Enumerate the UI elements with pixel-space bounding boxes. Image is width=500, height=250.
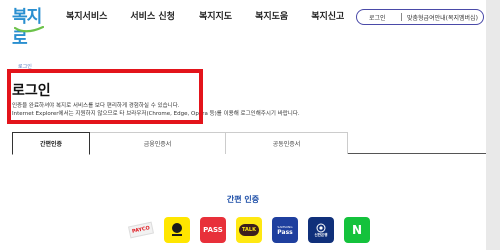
auth-samsungpass-button[interactable]: SAMSUNG Pass	[272, 217, 298, 243]
site-logo[interactable]: 복지로	[12, 6, 52, 49]
section-title: 간편 인증	[226, 195, 260, 204]
auth-naver-button[interactable]: N	[344, 217, 370, 243]
auth-kakaotalk-button[interactable]: TALK	[236, 217, 262, 243]
nav-service-apply[interactable]: 서비스 신청	[130, 11, 175, 23]
window-edge	[486, 0, 500, 250]
pass-icon: PASS	[203, 226, 223, 234]
tab-simple-auth[interactable]: 간편인증	[12, 132, 90, 155]
nav-welfare-service[interactable]: 복지서비스	[66, 11, 107, 23]
nav-welfare-help[interactable]: 복지도움	[255, 11, 288, 23]
auth-kakaobank-button[interactable]	[164, 217, 190, 243]
shinhan-icon	[316, 223, 326, 232]
benefit-info-link[interactable]: 맞춤형급여안내(복지멤버십)	[407, 13, 478, 22]
login-link[interactable]: 로그인	[357, 13, 401, 22]
nav-welfare-map[interactable]: 복지지도	[199, 11, 232, 23]
utility-pill: 로그인 맞춤형급여안내(복지멤버십)	[356, 9, 484, 25]
logo-swoosh-icon	[14, 26, 44, 33]
auth-shinhan-button[interactable]: 신한은행	[308, 217, 334, 243]
highlight-box	[7, 69, 203, 124]
pill-divider	[401, 13, 402, 21]
auth-tabs: 간편인증 금융인증서 공동인증서	[12, 132, 486, 155]
auth-payco-button[interactable]: PAYCO	[128, 217, 154, 243]
samsungpass-icon: Pass	[277, 228, 293, 236]
page: 복지로 복지서비스 서비스 신청 복지지도 복지도움 복지신고 로그인 맞춤형급…	[0, 0, 486, 250]
tab-joint-cert[interactable]: 공동인증서	[226, 132, 348, 154]
tab-financial-cert[interactable]: 금융인증서	[90, 132, 226, 154]
shinhan-label: 신한은행	[314, 232, 328, 237]
site-header: 복지로 복지서비스 서비스 신청 복지지도 복지도움 복지신고 로그인 맞춤형급…	[0, 0, 486, 49]
auth-method-list: PAYCO PASS TALK SAMSUNG Pass 신한은행 N	[128, 217, 380, 243]
naver-icon: N	[351, 223, 363, 237]
auth-pass-button[interactable]: PASS	[200, 217, 226, 243]
kakaobank-icon	[172, 223, 182, 236]
nav-welfare-report[interactable]: 복지신고	[311, 11, 344, 23]
main-nav: 복지서비스 서비스 신청 복지지도 복지도움 복지신고	[66, 11, 367, 23]
kakaotalk-icon: TALK	[239, 224, 259, 236]
payco-icon: PAYCO	[128, 221, 154, 239]
browser-window: 복지로 복지서비스 서비스 신청 복지지도 복지도움 복지신고 로그인 맞춤형급…	[0, 0, 500, 250]
